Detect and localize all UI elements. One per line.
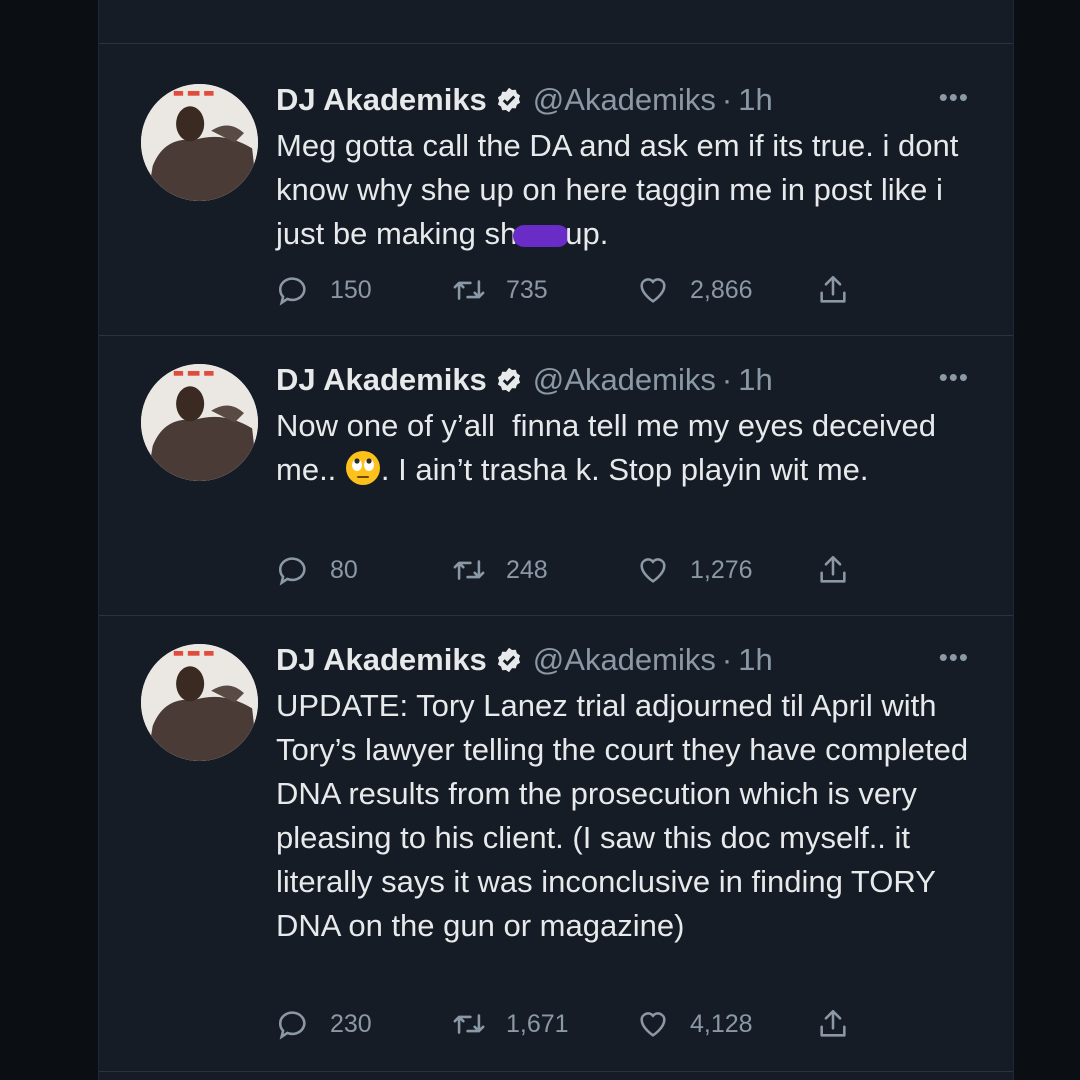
handle[interactable]: @Akademiks — [533, 640, 716, 680]
tweet-header: DJ Akademiks @Akademiks · 1h — [276, 360, 773, 400]
more-icon[interactable]: ••• — [939, 82, 969, 112]
like-count: 4,128 — [690, 1009, 753, 1038]
timestamp[interactable]: 1h — [738, 80, 772, 120]
heart-icon — [640, 558, 666, 583]
reply-button[interactable]: 150 — [276, 270, 372, 310]
tweet-text-part: UPDATE: Tory Lanez trial adjourned til A… — [276, 688, 977, 943]
reply-button[interactable]: 230 — [276, 1004, 372, 1044]
action-bar: 80 248 1,276 — [276, 550, 956, 590]
tweet-header: DJ Akademiks @Akademiks · 1h — [276, 80, 773, 120]
display-name[interactable]: DJ Akademiks — [276, 80, 487, 120]
timeline: DJ Akademiks @Akademiks · 1h ••• Meg got… — [98, 0, 1014, 1080]
verified-badge-icon — [497, 367, 520, 393]
reply-icon — [278, 1011, 306, 1040]
action-bar: 150 735 2,866 — [276, 270, 956, 310]
share-button[interactable] — [816, 1004, 850, 1044]
like-count: 2,866 — [690, 275, 753, 304]
reply-count: 80 — [330, 555, 358, 584]
dot-separator: · — [721, 642, 733, 677]
retweet-icon — [453, 1014, 485, 1034]
more-icon[interactable]: ••• — [939, 362, 969, 392]
display-name[interactable]: DJ Akademiks — [276, 640, 487, 680]
heart-icon — [640, 1012, 666, 1037]
timestamp[interactable]: 1h — [738, 640, 772, 680]
verified-badge-icon — [497, 87, 520, 113]
tweet[interactable]: DJ Akademiks @Akademiks · 1h ••• UPDATE:… — [99, 640, 1013, 1072]
reply-button[interactable]: 80 — [276, 550, 358, 590]
share-icon — [820, 1009, 846, 1037]
retweet-count: 735 — [506, 275, 548, 304]
divider — [99, 615, 1013, 616]
dot-separator: · — [721, 82, 733, 117]
tweet-text: UPDATE: Tory Lanez trial adjourned til A… — [276, 684, 976, 948]
avatar[interactable] — [141, 364, 258, 481]
handle[interactable]: @Akademiks — [533, 360, 716, 400]
tweet-text-part: . I ain’t trasha k. Stop playin wit me. — [380, 452, 869, 487]
avatar-image — [141, 644, 258, 761]
retweet-button[interactable]: 735 — [452, 270, 548, 310]
tweet-text: Now one of y’all finna tell me my eyes d… — [276, 404, 976, 492]
heart-icon — [640, 278, 666, 303]
like-count: 1,276 — [690, 555, 753, 584]
retweet-button[interactable]: 1,671 — [452, 1004, 569, 1044]
retweet-icon — [453, 560, 485, 580]
display-name[interactable]: DJ Akademiks — [276, 360, 487, 400]
divider — [99, 43, 1013, 44]
divider — [99, 1071, 1013, 1072]
action-bar: 230 1,671 4,128 — [276, 1004, 956, 1044]
share-icon — [820, 555, 846, 583]
retweet-button[interactable]: 248 — [452, 550, 548, 590]
share-button[interactable] — [816, 550, 850, 590]
like-button[interactable]: 1,276 — [636, 550, 753, 590]
handle[interactable]: @Akademiks — [533, 80, 716, 120]
avatar[interactable] — [141, 84, 258, 201]
avatar-image — [141, 84, 258, 201]
more-icon[interactable]: ••• — [939, 642, 969, 672]
divider — [99, 335, 1013, 336]
reply-icon — [278, 277, 306, 306]
retweet-count: 248 — [506, 555, 548, 584]
tweet-header: DJ Akademiks @Akademiks · 1h — [276, 640, 773, 680]
tweet-text-part: Meg gotta call the DA and ask em if its … — [276, 128, 967, 251]
retweet-count: 1,671 — [506, 1009, 569, 1038]
dot-separator: · — [721, 362, 733, 397]
eye-roll-emoji-icon — [345, 451, 380, 485]
reply-count: 230 — [330, 1009, 372, 1038]
share-button[interactable] — [816, 270, 850, 310]
avatar-image — [141, 364, 258, 481]
verified-badge-icon — [497, 647, 520, 673]
avatar[interactable] — [141, 644, 258, 761]
like-button[interactable]: 4,128 — [636, 1004, 753, 1044]
tweet[interactable]: DJ Akademiks @Akademiks · 1h ••• Now one… — [99, 360, 1013, 616]
reply-icon — [278, 557, 306, 586]
share-icon — [820, 275, 846, 303]
tweet[interactable]: DJ Akademiks @Akademiks · 1h ••• Meg got… — [99, 80, 1013, 336]
redaction-mark — [513, 224, 570, 247]
timestamp[interactable]: 1h — [738, 360, 772, 400]
tweet-text: Meg gotta call the DA and ask em if its … — [276, 124, 976, 256]
tweet-text-part: up. — [565, 216, 609, 251]
retweet-icon — [453, 280, 485, 300]
like-button[interactable]: 2,866 — [636, 270, 753, 310]
reply-count: 150 — [330, 275, 372, 304]
